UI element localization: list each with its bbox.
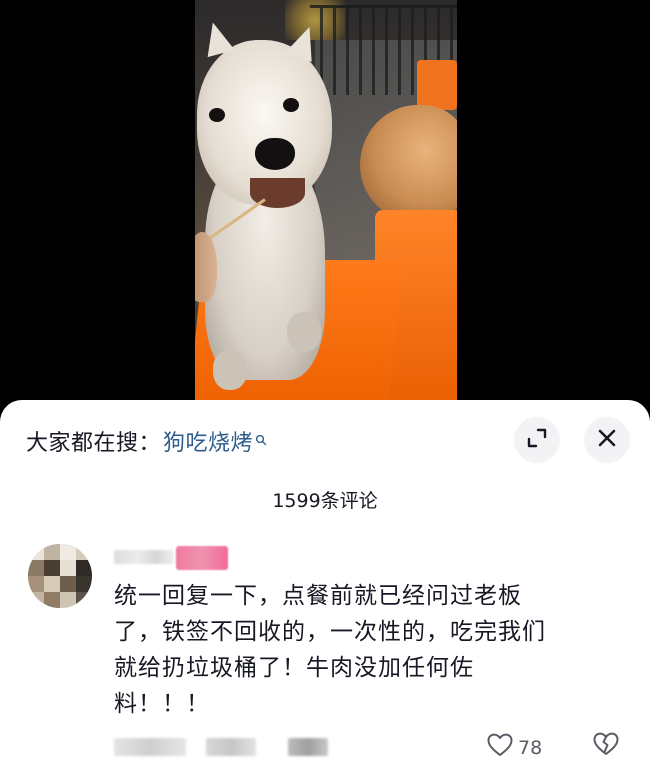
broken-heart-icon <box>592 732 620 762</box>
video-dog-nose <box>255 138 295 170</box>
trending-search-bar: 大家都在搜： 狗吃烧烤 <box>26 425 267 457</box>
search-icon <box>255 427 267 446</box>
video-dog-eye-left <box>209 108 225 122</box>
close-button[interactable] <box>584 417 630 463</box>
comment-count: 1599条评论 <box>272 490 378 512</box>
dislike-button[interactable] <box>592 730 620 762</box>
comment-text[interactable]: 统一回复一下，点餐前就已经问过老板 了，铁签不回收的，一次性的，吃完我们 就给扔… <box>114 578 614 722</box>
like-count: 78 <box>518 736 543 759</box>
avatar[interactable] <box>28 544 92 608</box>
trending-search-label: 大家都在搜： <box>26 431 162 456</box>
close-icon <box>596 427 618 453</box>
expand-button[interactable] <box>514 417 560 463</box>
comment-location-redacted <box>206 738 256 756</box>
comment-sheet: 大家都在搜： 狗吃烧烤 1599条评论 统一回复一下，点餐前就已经问过老板 了，… <box>0 400 650 784</box>
video-dog-paw-left <box>213 350 247 390</box>
trending-search-keyword-link[interactable]: 狗吃烧烤 <box>163 425 253 457</box>
like-button[interactable]: 78 <box>486 732 542 763</box>
heart-outline-icon <box>486 732 518 763</box>
video-dog-paw-right <box>287 312 321 352</box>
reply-button-redacted[interactable] <box>288 738 328 756</box>
user-badge-redacted <box>176 546 228 570</box>
video-dog-eye-right <box>283 98 299 112</box>
comment-time-redacted <box>114 738 186 756</box>
expand-icon <box>526 427 548 453</box>
video-orange-stool-far <box>417 60 457 110</box>
video-player[interactable] <box>195 0 457 420</box>
username-redacted[interactable] <box>114 550 174 564</box>
